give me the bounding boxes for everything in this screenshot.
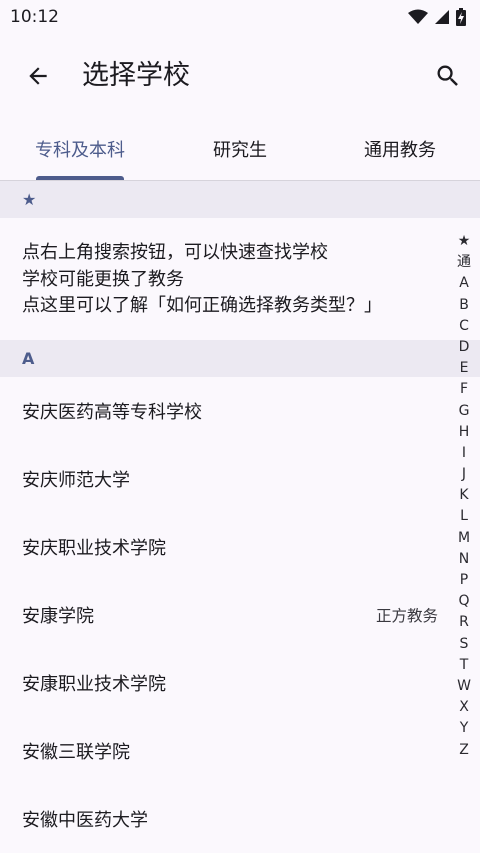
tab-bar: 专科及本科 研究生 通用教务 [0, 118, 480, 180]
back-button[interactable] [18, 56, 58, 96]
index-letter[interactable]: I [462, 443, 466, 464]
index-letter[interactable]: H [459, 422, 470, 443]
help-notice[interactable]: 点右上角搜索按钮，可以快速查找学校 学校可能更换了教务 点这里可以了解「如何正确… [0, 218, 480, 340]
status-time: 10:12 [10, 7, 59, 27]
school-item[interactable]: 安徽三联学院 [0, 717, 480, 785]
tab-general-system[interactable]: 通用教务 [320, 118, 480, 180]
index-letter[interactable]: D [459, 337, 470, 358]
index-letter[interactable]: P [460, 570, 468, 591]
school-item[interactable]: 安庆师范大学 [0, 445, 480, 513]
index-letter[interactable]: X [459, 697, 469, 718]
school-item[interactable]: 安庆职业技术学院 [0, 513, 480, 581]
index-letter[interactable]: A [459, 273, 469, 294]
index-letter[interactable]: C [459, 316, 469, 337]
school-item[interactable]: 安康学院 正方教务 [0, 581, 480, 649]
section-header-starred: ★ [0, 181, 480, 218]
index-letter[interactable]: R [459, 612, 469, 633]
index-letter[interactable]: B [459, 295, 469, 316]
index-letter[interactable]: ★ [458, 231, 471, 252]
index-letter[interactable]: L [460, 506, 468, 527]
index-letter[interactable]: G [459, 401, 470, 422]
tab-undergrad[interactable]: 专科及本科 [0, 118, 160, 180]
school-name: 安徽中医药大学 [22, 809, 148, 831]
school-name: 安庆师范大学 [22, 469, 130, 491]
index-letter[interactable]: S [460, 634, 469, 655]
index-letter[interactable]: J [462, 464, 466, 485]
index-letter[interactable]: T [460, 655, 469, 676]
school-list[interactable]: ★ 点右上角搜索按钮，可以快速查找学校 学校可能更换了教务 点这里可以了解「如何… [0, 181, 480, 853]
index-letter[interactable]: E [460, 358, 469, 379]
notice-line: 点这里可以了解「如何正确选择教务类型？」 [22, 295, 382, 316]
notice-line: 学校可能更换了教务 [22, 268, 184, 290]
wifi-icon [408, 9, 428, 24]
index-letter[interactable]: N [459, 549, 469, 570]
tab-graduate[interactable]: 研究生 [160, 118, 320, 180]
school-name: 安康职业技术学院 [22, 673, 166, 695]
school-item[interactable]: 安庆医药高等专科学校 [0, 377, 480, 445]
arrow-left-icon [29, 67, 47, 85]
index-letter[interactable]: Y [460, 718, 469, 739]
status-icons [408, 8, 466, 26]
search-button[interactable] [428, 56, 468, 96]
school-name: 安庆职业技术学院 [22, 537, 166, 559]
school-item[interactable]: 安徽中医药大学 [0, 785, 480, 853]
section-header-a: A [0, 339, 480, 377]
status-bar: 10:12 [0, 0, 480, 34]
school-name: 安康学院 [22, 605, 94, 627]
app-bar: 选择学校 [0, 34, 480, 118]
school-name: 安庆医药高等专科学校 [22, 401, 202, 423]
school-system-tag: 正方教务 [375, 606, 438, 625]
index-letter[interactable]: Q [458, 591, 469, 612]
notice-line: 点右上角搜索按钮，可以快速查找学校 [22, 242, 328, 263]
school-item[interactable]: 安康职业技术学院 [0, 649, 480, 717]
battery-icon [456, 8, 466, 26]
index-letter[interactable]: M [458, 528, 470, 549]
index-letter[interactable]: F [460, 379, 468, 400]
index-letter[interactable]: W [457, 676, 471, 697]
search-icon [437, 65, 458, 86]
index-letter[interactable]: K [459, 485, 468, 506]
index-letter[interactable]: Z [459, 740, 469, 761]
page-title: 选择学校 [82, 60, 190, 91]
alphabet-index-bar[interactable]: ★ 通 A B C D E F G H I J K L M N P Q R S T W X Y Z [454, 231, 474, 761]
signal-icon [435, 10, 449, 24]
index-letter[interactable]: 通 [457, 252, 471, 273]
school-name: 安徽三联学院 [22, 741, 130, 763]
